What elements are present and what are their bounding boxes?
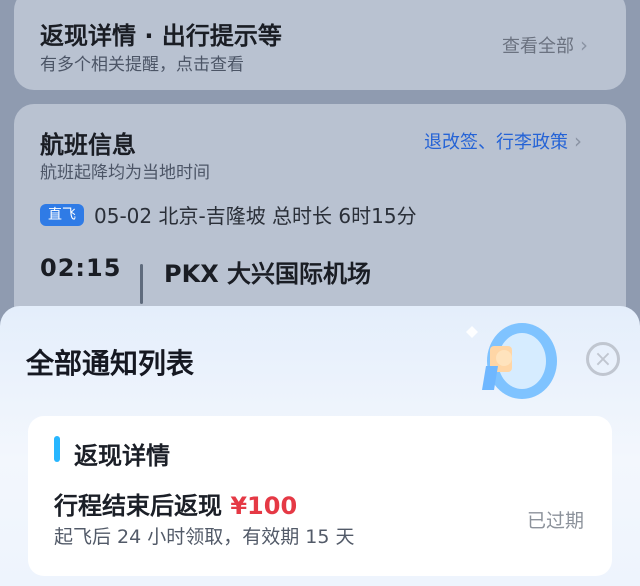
section-accent-bar [54,436,60,462]
direct-flight-badge: 直飞 [40,203,84,226]
status-badge: 已过期 [526,510,584,532]
departure-airport: PKX 大兴国际机场 [164,260,372,288]
cashback-claim-info: 起飞后 24 小时领取，有效期 15 天 [54,526,355,548]
notifications-summary-title: 返现详情 · 出行提示等 [40,22,282,50]
close-button[interactable]: × [586,342,620,376]
cashback-prefix: 行程结束后返现 [54,492,231,520]
sheet-title: 全部通知列表 [26,347,195,380]
policy-link-label: 退改签、行李政策 [424,132,568,153]
flight-info-title: 航班信息 [40,131,136,159]
view-all-link[interactable]: 查看全部 › [502,32,588,58]
flight-summary-row: 直飞 05-02 北京-吉隆坡 总时长 6时15分 [40,200,417,229]
refund-baggage-policy-link[interactable]: 退改签、行李政策 › [424,128,582,154]
view-all-label: 查看全部 [502,36,574,57]
close-icon: × [593,346,613,372]
cashback-line: 行程结束后返现 ¥100 [54,486,297,521]
timeline-divider [140,264,143,304]
chevron-right-icon: › [580,33,588,57]
notifications-summary-subtitle: 有多个相关提醒，点击查看 [40,55,244,75]
megaphone-icon [466,323,557,399]
cashback-amount: ¥100 [230,492,298,520]
departure-time: 02:15 [40,254,122,282]
flight-info-subtitle: 航班起降均为当地时间 [40,163,210,183]
chevron-right-icon: › [574,129,582,153]
flight-summary-text: 05-02 北京-吉隆坡 总时长 6时15分 [94,204,417,228]
cashback-title: 返现详情 [74,442,170,470]
